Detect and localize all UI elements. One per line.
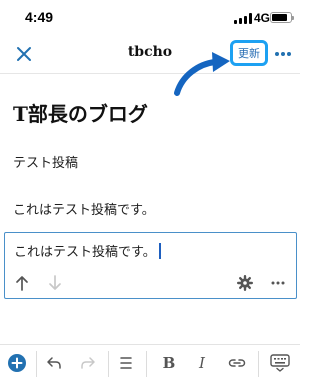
add-block-button[interactable] xyxy=(5,351,29,375)
link-button[interactable] xyxy=(225,351,249,375)
bold-button[interactable]: B xyxy=(157,351,181,375)
arrow-up-icon xyxy=(16,276,28,291)
italic-button[interactable]: I xyxy=(190,351,214,375)
toolbar-divider xyxy=(108,351,109,377)
network-label: 4G xyxy=(254,11,271,25)
redo-icon xyxy=(81,357,95,369)
more-icon xyxy=(271,281,285,285)
active-paragraph-text[interactable]: これはテスト投稿です。 xyxy=(14,241,161,260)
italic-icon: I xyxy=(199,354,205,372)
toolbar-divider xyxy=(258,351,259,377)
undo-icon xyxy=(47,357,61,369)
undo-button[interactable] xyxy=(42,351,66,375)
update-button[interactable]: 更新 xyxy=(230,40,268,66)
active-paragraph-block[interactable]: これはテスト投稿です。 xyxy=(4,232,297,299)
formatting-toolbar: B I xyxy=(0,344,300,381)
active-paragraph-content: これはテスト投稿です。 xyxy=(14,245,156,260)
signal-icon xyxy=(234,13,252,24)
move-down-button[interactable] xyxy=(44,272,66,294)
bold-icon: B xyxy=(162,354,176,372)
more-options-button[interactable] xyxy=(271,42,295,66)
block-more-button[interactable] xyxy=(267,272,289,294)
toolbar-divider xyxy=(146,351,147,377)
block-type-button[interactable] xyxy=(114,351,138,375)
toolbar-divider xyxy=(36,351,37,377)
post-title[interactable]: T部長のブログ xyxy=(13,98,148,127)
more-icon xyxy=(275,52,291,56)
status-bar: 4:49 4G xyxy=(0,0,300,34)
paragraph-block[interactable]: これはテスト投稿です。 xyxy=(13,199,155,218)
keyboard-hide-icon xyxy=(270,354,290,372)
list-icon xyxy=(120,357,132,369)
move-up-button[interactable] xyxy=(11,272,33,294)
redo-button[interactable] xyxy=(76,351,100,375)
paragraph-block[interactable]: テスト投稿 xyxy=(13,152,78,171)
block-settings-button[interactable] xyxy=(234,272,256,294)
editor-header: tbcho 更新 xyxy=(0,34,300,74)
text-caret xyxy=(158,243,161,259)
hide-keyboard-button[interactable] xyxy=(268,351,292,375)
status-time: 4:49 xyxy=(25,9,54,25)
close-button[interactable] xyxy=(10,40,38,68)
arrow-down-icon xyxy=(49,275,61,290)
close-icon xyxy=(17,47,31,61)
link-icon xyxy=(228,359,246,367)
gear-icon xyxy=(237,275,253,291)
plus-circle-icon xyxy=(8,354,26,372)
battery-icon xyxy=(270,12,294,23)
